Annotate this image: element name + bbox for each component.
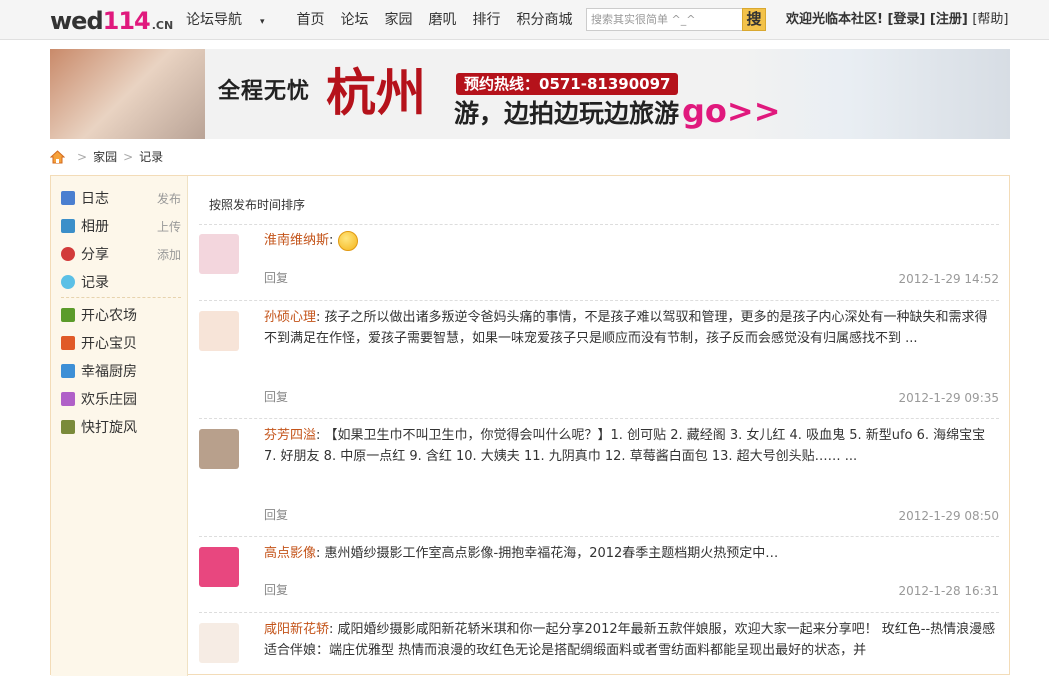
entry-text: 咸阳新花轿: 咸阳婚纱摄影咸阳新花轿米琪和你一起分享2012年最新五款伴娘服，欢… bbox=[264, 622, 996, 658]
logo-main: wed bbox=[50, 7, 104, 35]
sidebar-app-fighter[interactable]: 快打旋风 bbox=[61, 417, 181, 437]
breadcrumb-separator: > bbox=[123, 150, 134, 164]
timestamp: 2012-1-29 08:50 bbox=[898, 509, 1000, 523]
nav-moji[interactable]: 磨叽 bbox=[429, 11, 457, 31]
reply-link[interactable]: 回复 bbox=[264, 506, 288, 523]
manor-icon bbox=[61, 392, 75, 406]
search-input[interactable]: 搜索其实很简单 ^_^ bbox=[586, 8, 743, 31]
breadcrumb-records: 记录 bbox=[139, 150, 164, 164]
breadcrumb-homeland[interactable]: 家园 bbox=[93, 149, 117, 165]
site-logo[interactable]: wed114 .CN bbox=[50, 8, 173, 39]
sidebar: 日志 发布 相册 上传 分享 添加 记录 开心农场 开心宝贝 幸福厨房 欢乐庄园… bbox=[51, 176, 188, 676]
entry-text: 高点影像: 惠州婚纱摄影工作室高点影像-拥抱幸福花海，2012春季主题档期火热预… bbox=[264, 546, 779, 561]
add-link[interactable]: 添加 bbox=[157, 246, 181, 263]
sidebar-divider bbox=[61, 297, 181, 298]
register-link[interactable]: [注册] bbox=[930, 12, 968, 27]
main-nav: 论坛导航 ▾ 首页 论坛 家园 磨叽 排行 积分商城 bbox=[186, 11, 589, 31]
sidebar-item-share[interactable]: 分享 添加 bbox=[61, 244, 181, 264]
timestamp: 2012-1-28 16:31 bbox=[898, 584, 1000, 598]
entry-text: 芬芳四溢: 【如果卫生巾不叫卫生巾，你觉得会叫什么呢？】1. 创可贴 2. 藏经… bbox=[264, 428, 986, 464]
banner-go: go>> bbox=[682, 92, 781, 130]
list-item: 淮南维纳斯: 回复 2012-1-29 14:52 bbox=[199, 224, 999, 301]
breadcrumb: > 家园 > 记录 bbox=[50, 149, 163, 165]
sidebar-app-manor[interactable]: 欢乐庄园 bbox=[61, 389, 181, 409]
welcome-text: 欢迎光临本社区! bbox=[786, 12, 883, 27]
entry-text: 孙硕心理: 孩子之所以做出诸多叛逆令爸妈头痛的事情，不是孩子难以驾驭和管理，更多… bbox=[264, 310, 988, 346]
list-item: 孙硕心理: 孩子之所以做出诸多叛逆令爸妈头痛的事情，不是孩子难以驾驭和管理，更多… bbox=[199, 301, 999, 419]
sort-label[interactable]: 按照发布时间排序 bbox=[209, 196, 305, 213]
banner-text-worry-free: 全程无忧 bbox=[218, 79, 311, 104]
timestamp: 2012-1-29 14:52 bbox=[898, 272, 1000, 286]
banner-couple-photo bbox=[50, 49, 205, 139]
home-icon[interactable] bbox=[50, 150, 65, 164]
nav-ranking[interactable]: 排行 bbox=[473, 11, 501, 31]
ad-banner[interactable]: 全程无忧 杭州 预约热线：0571-81390097 游，边拍边玩边旅游 go>… bbox=[50, 49, 1010, 139]
list-item: 芬芳四溢: 【如果卫生巾不叫卫生巾，你觉得会叫什么呢？】1. 创可贴 2. 藏经… bbox=[199, 419, 999, 537]
nav-homeland[interactable]: 家园 bbox=[385, 11, 413, 31]
banner-slogan: 游，边拍边玩边旅游 bbox=[454, 99, 680, 128]
nav-forum-guide[interactable]: 论坛导航 ▾ bbox=[186, 11, 281, 31]
sidebar-item-blog[interactable]: 日志 发布 bbox=[61, 188, 181, 208]
sidebar-app-farm[interactable]: 开心农场 bbox=[61, 305, 181, 325]
search-button[interactable]: 搜 bbox=[742, 8, 766, 31]
avatar[interactable] bbox=[199, 429, 239, 469]
smile-emoji-icon bbox=[337, 230, 358, 251]
upload-link[interactable]: 上传 bbox=[157, 218, 181, 235]
banner-hotline: 预约热线：0571-81390097 bbox=[456, 73, 679, 95]
nav-home[interactable]: 首页 bbox=[297, 11, 325, 31]
entry-text: 淮南维纳斯: bbox=[264, 230, 999, 251]
nav-points-mall[interactable]: 积分商城 bbox=[517, 11, 573, 31]
sidebar-item-records[interactable]: 记录 bbox=[61, 272, 181, 292]
list-item: 咸阳新花轿: 咸阳婚纱摄影咸阳新花轿米琪和你一起分享2012年最新五款伴娘服，欢… bbox=[199, 613, 999, 693]
list-item: 高点影像: 惠州婚纱摄影工作室高点影像-拥抱幸福花海，2012春季主题档期火热预… bbox=[199, 537, 999, 613]
photo-album-icon bbox=[61, 219, 75, 233]
share-hearts-icon bbox=[61, 247, 75, 261]
banner-city: 杭州 bbox=[326, 64, 426, 122]
breadcrumb-separator: > bbox=[77, 150, 88, 164]
reply-link[interactable]: 回复 bbox=[264, 269, 288, 286]
user-name-link[interactable]: 咸阳新花轿 bbox=[264, 622, 329, 637]
user-links: 欢迎光临本社区! [登录] [注册] [帮助] bbox=[786, 11, 1008, 29]
speech-bubble-icon bbox=[61, 275, 75, 289]
avatar[interactable] bbox=[199, 623, 239, 663]
avatar[interactable] bbox=[199, 547, 239, 587]
avatar[interactable] bbox=[199, 311, 239, 351]
chevron-down-icon: ▾ bbox=[260, 17, 265, 27]
sidebar-app-kitchen[interactable]: 幸福厨房 bbox=[61, 361, 181, 381]
publish-link[interactable]: 发布 bbox=[157, 190, 181, 207]
user-name-link[interactable]: 高点影像 bbox=[264, 546, 316, 561]
nav-forum[interactable]: 论坛 bbox=[341, 11, 369, 31]
top-bar: wed114 .CN 论坛导航 ▾ 首页 论坛 家园 磨叽 排行 积分商城 搜索其实… bbox=[0, 0, 1049, 40]
sidebar-app-baby[interactable]: 开心宝贝 bbox=[61, 333, 181, 353]
logo-number: 114 bbox=[102, 7, 151, 35]
sprout-icon bbox=[61, 308, 75, 322]
reply-link[interactable]: 回复 bbox=[264, 388, 288, 405]
reply-link[interactable]: 回复 bbox=[264, 581, 288, 598]
baby-icon bbox=[61, 336, 75, 350]
user-name-link[interactable]: 芬芳四溢 bbox=[264, 428, 316, 443]
login-link[interactable]: [登录] bbox=[887, 12, 925, 27]
avatar[interactable] bbox=[199, 234, 239, 274]
logo-suffix: .CN bbox=[151, 19, 174, 32]
help-link[interactable]: [帮助] bbox=[972, 12, 1008, 27]
timestamp: 2012-1-29 09:35 bbox=[898, 391, 1000, 405]
blog-icon bbox=[61, 191, 75, 205]
sidebar-item-album[interactable]: 相册 上传 bbox=[61, 216, 181, 236]
user-name-link[interactable]: 孙硕心理 bbox=[264, 310, 316, 325]
main-panel: 日志 发布 相册 上传 分享 添加 记录 开心农场 开心宝贝 幸福厨房 欢乐庄园… bbox=[50, 175, 1010, 676]
swords-icon bbox=[61, 420, 75, 434]
kitchen-icon bbox=[61, 364, 75, 378]
user-name-link[interactable]: 淮南维纳斯 bbox=[264, 233, 329, 248]
